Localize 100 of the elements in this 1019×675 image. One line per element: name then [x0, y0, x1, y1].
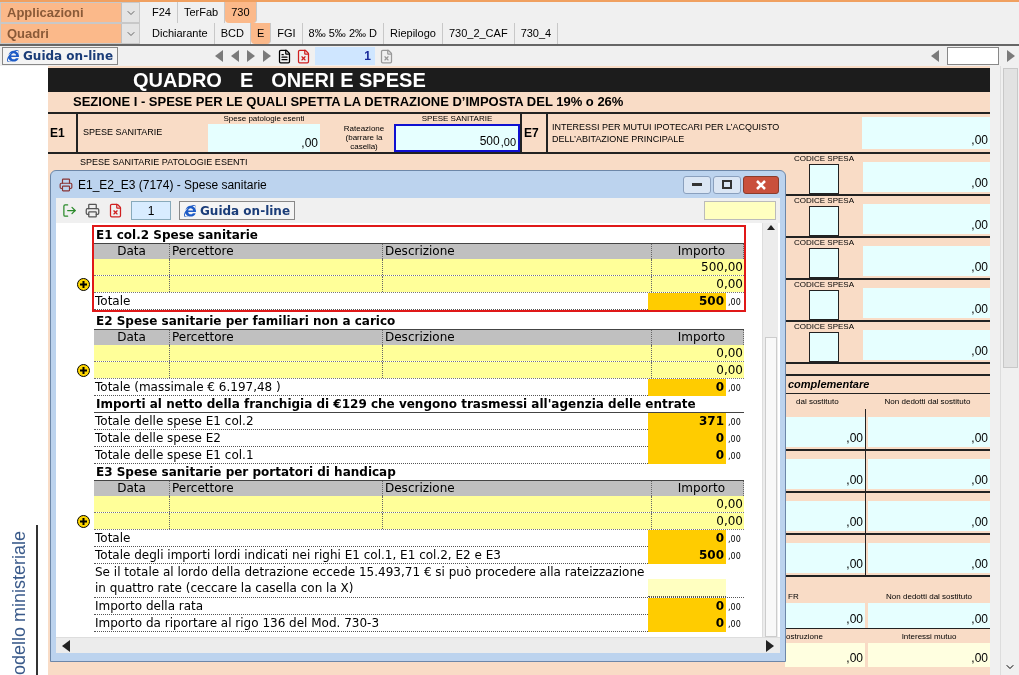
- section-heading: Importi al netto della franchigia di €129 che vengono trasmessi all'agenzia delle entrate: [96, 397, 696, 411]
- first-page-icon[interactable]: [213, 49, 226, 63]
- input-cell[interactable]: [94, 513, 170, 529]
- amount-field[interactable]: ,00: [868, 459, 990, 489]
- amount-field[interactable]: ,00: [785, 459, 865, 489]
- amount-field[interactable]: ,00: [208, 124, 320, 152]
- input-cell[interactable]: [383, 513, 652, 529]
- tab[interactable]: E: [250, 23, 272, 44]
- scrollbar[interactable]: [1000, 66, 1019, 675]
- delete-page-icon[interactable]: [296, 48, 312, 64]
- scrollbar[interactable]: [762, 223, 778, 637]
- amount-field[interactable]: ,00: [863, 204, 990, 234]
- amount-field[interactable]: ,00: [863, 162, 990, 192]
- amount-field[interactable]: ,00: [863, 288, 990, 318]
- amount-field[interactable]: ,00: [862, 117, 990, 149]
- window-icon: [59, 177, 73, 192]
- amount-field[interactable]: ,00: [785, 501, 865, 531]
- input-cell[interactable]: [383, 259, 652, 275]
- amount-field[interactable]: ,00: [868, 543, 990, 573]
- tab[interactable]: Dichiarante: [146, 23, 215, 44]
- amount-field[interactable]: ,00: [863, 246, 990, 276]
- page-field[interactable]: 1: [131, 201, 171, 220]
- tab[interactable]: 730_2_CAF: [442, 23, 515, 44]
- amount-field[interactable]: ,00: [868, 603, 990, 628]
- input-cell[interactable]: [94, 276, 170, 292]
- form-name: ONERI E SPESE: [271, 68, 426, 93]
- tab[interactable]: Riepilogo: [384, 23, 443, 44]
- total-value: 0: [648, 598, 726, 615]
- amount-field[interactable]: ,00: [863, 330, 990, 360]
- input-cell[interactable]: [170, 496, 383, 512]
- tab[interactable]: 8‰ 5‰ 2‰ D: [302, 23, 385, 44]
- page-icon[interactable]: [379, 48, 395, 64]
- maximize-button[interactable]: [713, 175, 741, 194]
- input-cell[interactable]: [170, 276, 383, 292]
- close-button[interactable]: [743, 175, 779, 194]
- amount-field[interactable]: ,00: [785, 643, 865, 667]
- input-cell[interactable]: [170, 345, 383, 361]
- amount-cell[interactable]: 0,00: [652, 362, 744, 378]
- amount-cell[interactable]: 0,00: [652, 276, 744, 292]
- input-field[interactable]: [947, 47, 999, 65]
- exit-icon[interactable]: [62, 203, 77, 218]
- minimize-button[interactable]: [683, 175, 711, 194]
- input-cell[interactable]: [383, 345, 652, 361]
- amount-field[interactable]: ,00: [868, 501, 990, 531]
- amount-cell[interactable]: 0,00: [652, 345, 744, 361]
- checkbox-field[interactable]: [648, 579, 726, 597]
- tab[interactable]: 730: [225, 2, 257, 23]
- input-cell[interactable]: [170, 362, 383, 378]
- add-row-icon[interactable]: [77, 364, 90, 377]
- code-field[interactable]: [809, 248, 839, 278]
- input-cell[interactable]: [94, 496, 170, 512]
- amount-field[interactable]: ,00: [868, 417, 990, 447]
- tab[interactable]: BCD: [214, 23, 251, 44]
- section-heading: E3 Spese sanitarie per portatori di handicap: [96, 465, 396, 479]
- new-page-icon[interactable]: [277, 48, 293, 64]
- help-button[interactable]: Guida on-line: [179, 201, 296, 220]
- form-code: E: [239, 68, 254, 93]
- amount-field[interactable]: 500,00: [394, 124, 520, 152]
- input-cell[interactable]: [94, 362, 170, 378]
- add-row-icon[interactable]: [77, 278, 90, 291]
- delete-icon[interactable]: [108, 203, 123, 218]
- amount-field[interactable]: ,00: [785, 603, 865, 628]
- input-cell[interactable]: [170, 513, 383, 529]
- total-label: Importo della rata: [95, 599, 204, 613]
- print-icon[interactable]: [85, 203, 100, 218]
- scroll-left-icon[interactable]: [60, 638, 72, 653]
- scroll-right-icon[interactable]: [764, 638, 776, 653]
- column-label: ostruzione: [786, 631, 824, 643]
- input-cell[interactable]: [170, 259, 383, 275]
- input-cell[interactable]: [383, 496, 652, 512]
- page-field[interactable]: 1: [315, 47, 376, 65]
- input-cell[interactable]: [94, 259, 170, 275]
- scrollbar[interactable]: [56, 637, 780, 653]
- tab[interactable]: FGI: [271, 23, 303, 44]
- code-field[interactable]: [809, 206, 839, 236]
- amount-field[interactable]: ,00: [868, 643, 990, 667]
- previous-page-icon[interactable]: [229, 49, 242, 63]
- decimals: ,00: [728, 535, 741, 544]
- column-label: Non dedotti dal sostituto: [885, 591, 973, 603]
- section-title: SEZIONE I - SPESE PER LE QUALI SPETTA LA DETRAZIONE D’IMPOSTA DEL 19% o 26%: [73, 94, 624, 109]
- section-heading: E1 col.2 Spese sanitarie: [96, 228, 258, 242]
- input-cell[interactable]: [383, 276, 652, 292]
- decimals: ,00: [728, 298, 741, 307]
- input-cell[interactable]: [94, 345, 170, 361]
- dropdown[interactable]: Quadri: [0, 23, 140, 44]
- tab[interactable]: F24: [146, 2, 178, 23]
- code-field[interactable]: [809, 164, 839, 194]
- column-label: Interessi mutuo: [900, 631, 958, 643]
- add-row-icon[interactable]: [77, 515, 90, 528]
- amount-cell[interactable]: 0,00: [652, 496, 744, 512]
- amount-field[interactable]: ,00: [785, 543, 865, 573]
- total-value: 0: [648, 430, 726, 447]
- help-button[interactable]: Guida on-line: [2, 47, 119, 65]
- amount-field[interactable]: ,00: [785, 417, 865, 447]
- amount-cell[interactable]: 500,00: [652, 259, 744, 275]
- tab[interactable]: 730_4: [514, 23, 559, 44]
- input-cell[interactable]: [383, 362, 652, 378]
- amount-cell[interactable]: 0,00: [652, 513, 744, 529]
- code-field[interactable]: [809, 290, 839, 320]
- code-field[interactable]: [809, 332, 839, 362]
